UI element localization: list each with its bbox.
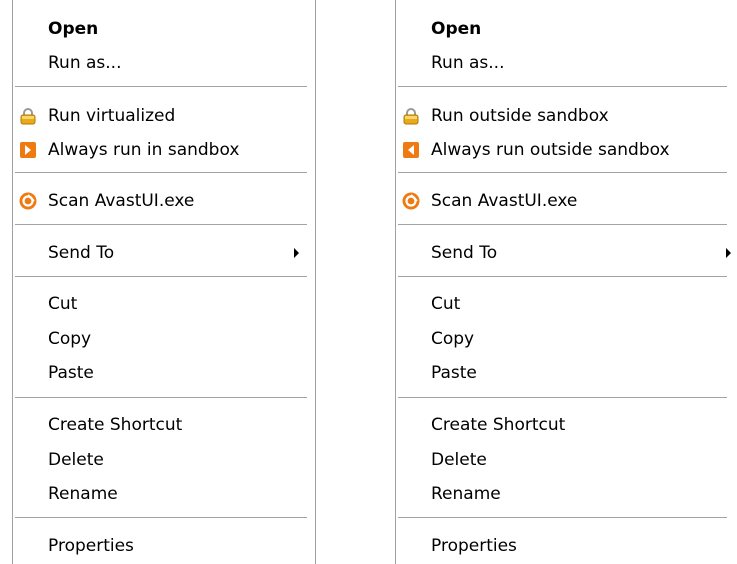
menu-separator xyxy=(15,517,307,519)
menu-item-cut[interactable]: Cut xyxy=(13,287,315,321)
menu-item-run-as[interactable]: Run as... xyxy=(13,46,315,80)
menu-item-label: Properties xyxy=(431,536,517,556)
context-menu-left: Open Run as... Run virtualized Always ru… xyxy=(12,0,316,564)
menu-item-copy[interactable]: Copy xyxy=(13,322,315,356)
menu-item-label: Scan AvastUI.exe xyxy=(431,191,578,211)
menu-item-delete[interactable]: Delete xyxy=(396,443,735,477)
arrow-left-icon xyxy=(402,141,420,159)
menu-item-delete[interactable]: Delete xyxy=(13,443,315,477)
menu-item-create-shortcut[interactable]: Create Shortcut xyxy=(13,408,315,442)
menu-item-label: Send To xyxy=(48,243,115,263)
menu-item-properties[interactable]: Properties xyxy=(396,529,735,563)
menu-item-label: Run virtualized xyxy=(48,106,176,126)
menu-item-label: Cut xyxy=(431,294,461,314)
menu-separator xyxy=(15,397,307,399)
menu-item-label: Copy xyxy=(431,329,475,349)
menu-item-label: Open xyxy=(431,19,482,39)
menu-item-rename[interactable]: Rename xyxy=(13,477,315,511)
menu-item-copy[interactable]: Copy xyxy=(396,322,735,356)
menu-item-paste[interactable]: Paste xyxy=(13,356,315,390)
menu-separator xyxy=(15,172,307,174)
context-menu-right: Open Run as... Run outside sandbox Alway… xyxy=(395,0,735,564)
menu-item-label: Cut xyxy=(48,294,78,314)
menu-item-label: Rename xyxy=(431,484,501,504)
menu-item-label: Always run outside sandbox xyxy=(431,140,670,160)
lock-icon xyxy=(19,107,37,125)
menu-item-label: Open xyxy=(48,19,99,39)
menu-item-cut[interactable]: Cut xyxy=(396,287,735,321)
menu-item-open[interactable]: Open xyxy=(396,12,735,46)
menu-item-send-to[interactable]: Send To xyxy=(13,236,315,270)
menu-item-label: Create Shortcut xyxy=(431,415,566,435)
menu-item-run-as[interactable]: Run as... xyxy=(396,46,735,80)
menu-separator xyxy=(15,224,307,226)
menu-item-label: Delete xyxy=(431,450,487,470)
menu-item-always-run-outside-sandbox[interactable]: Always run outside sandbox xyxy=(396,133,735,167)
menu-item-label: Paste xyxy=(431,363,477,383)
menu-separator xyxy=(398,397,727,399)
menu-item-label: Rename xyxy=(48,484,118,504)
menu-item-label: Create Shortcut xyxy=(48,415,183,435)
menu-item-label: Run outside sandbox xyxy=(431,106,609,126)
menu-separator xyxy=(398,517,727,519)
lock-icon xyxy=(402,107,420,125)
menu-item-label: Run as... xyxy=(48,53,122,73)
menu-item-scan[interactable]: Scan AvastUI.exe xyxy=(13,184,315,218)
menu-item-run-outside-sandbox[interactable]: Run outside sandbox xyxy=(396,99,735,133)
menu-item-scan[interactable]: Scan AvastUI.exe xyxy=(396,184,735,218)
menu-item-label: Scan AvastUI.exe xyxy=(48,191,195,211)
menu-item-rename[interactable]: Rename xyxy=(396,477,735,511)
menu-item-properties[interactable]: Properties xyxy=(13,529,315,563)
menu-item-label: Send To xyxy=(431,243,498,263)
menu-separator xyxy=(15,276,307,278)
menu-item-label: Run as... xyxy=(431,53,505,73)
menu-item-create-shortcut[interactable]: Create Shortcut xyxy=(396,408,735,442)
menu-item-open[interactable]: Open xyxy=(13,12,315,46)
submenu-arrow-icon xyxy=(294,248,299,258)
menu-separator xyxy=(15,86,307,88)
avast-icon xyxy=(402,192,420,210)
menu-item-always-run-in-sandbox[interactable]: Always run in sandbox xyxy=(13,133,315,167)
avast-icon xyxy=(19,192,37,210)
menu-item-label: Paste xyxy=(48,363,94,383)
menu-separator xyxy=(398,86,727,88)
menu-item-label: Properties xyxy=(48,536,134,556)
arrow-right-icon xyxy=(19,141,37,159)
menu-item-send-to[interactable]: Send To xyxy=(396,236,735,270)
menu-item-run-virtualized[interactable]: Run virtualized xyxy=(13,99,315,133)
menu-item-paste[interactable]: Paste xyxy=(396,356,735,390)
menu-separator xyxy=(398,172,727,174)
submenu-arrow-icon xyxy=(726,248,731,258)
menu-item-label: Delete xyxy=(48,450,104,470)
menu-separator xyxy=(398,276,727,278)
menu-item-label: Copy xyxy=(48,329,92,349)
menu-item-label: Always run in sandbox xyxy=(48,140,240,160)
menu-separator xyxy=(398,224,727,226)
